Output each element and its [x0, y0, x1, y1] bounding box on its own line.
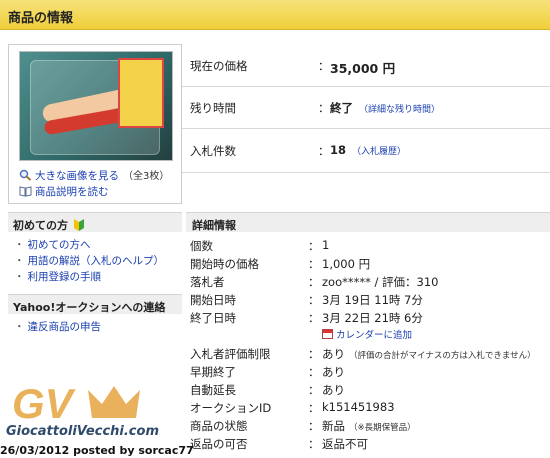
- watermark-logo: GV: [12, 380, 140, 427]
- bid-history-link[interactable]: （入札履歴）: [352, 147, 406, 157]
- svg-text:GV: GV: [12, 380, 76, 427]
- side-link-report[interactable]: ・違反商品の申告: [14, 319, 101, 334]
- beginner-heading-label: 初めての方: [13, 219, 68, 232]
- book-icon: [19, 186, 32, 197]
- details-heading-label: 詳細情報: [192, 219, 236, 232]
- detail-note: （※長期保管品）: [349, 423, 416, 433]
- summary-label: 現在の価格: [190, 59, 248, 73]
- image-count: （全3枚）: [123, 171, 170, 182]
- detail-label: オークションID: [190, 401, 272, 415]
- detail-value[interactable]: zoo***** / 評価：310: [322, 274, 439, 290]
- read-description-label: 商品説明を読む: [35, 186, 109, 198]
- detail-label: 落札者: [190, 275, 225, 289]
- section-header: 商品の情報: [0, 0, 550, 30]
- detail-note: （評価の合計がマイナスの方は入札できません）: [349, 351, 536, 361]
- calendar-icon: [322, 329, 333, 339]
- detail-value: 1,000 円: [322, 257, 371, 271]
- side-link-beginner[interactable]: ・初めての方へ: [14, 237, 91, 252]
- posted-caption: 26/03/2012 posted by sorcac77: [0, 444, 194, 457]
- magnifier-icon: [19, 169, 32, 181]
- detail-value: 返品不可: [322, 437, 368, 451]
- detail-label: 早期終了: [190, 365, 236, 379]
- section-title: 商品の情報: [8, 11, 74, 26]
- detail-value: 3月 22日 21時 6分: [322, 311, 423, 325]
- calendar-link-label: カレンダーに追加: [336, 330, 413, 341]
- detail-value: 新品: [322, 419, 345, 433]
- enlarge-image-label: 大きな画像を見る: [35, 170, 119, 182]
- divider: [182, 128, 550, 129]
- detail-value: k151451983: [322, 400, 395, 414]
- side-link-label: 違反商品の申告: [27, 321, 102, 333]
- detail-label: 開始時の価格: [190, 257, 259, 271]
- image-panel: 大きな画像を見る （全3枚） 商品説明を読む: [8, 44, 182, 204]
- beginner-heading: 初めての方: [8, 212, 182, 232]
- detail-label: 終了日時: [190, 311, 236, 325]
- detail-value: あり: [322, 365, 345, 379]
- contact-heading: Yahoo!オークションへの連絡: [8, 294, 182, 314]
- side-link-label: 初めての方へ: [27, 239, 91, 251]
- detail-value: 1: [322, 238, 330, 252]
- detail-label: 商品の状態: [190, 419, 248, 433]
- read-description-link[interactable]: 商品説明を読む: [19, 184, 109, 199]
- summary-label: 入札件数: [190, 144, 236, 158]
- detail-label: 開始日時: [190, 293, 236, 307]
- side-link-label: 利用登録の手順: [27, 271, 102, 283]
- divider: [182, 172, 550, 173]
- add-to-calendar-link[interactable]: カレンダーに追加: [322, 327, 412, 341]
- divider: [182, 86, 550, 87]
- contact-heading-label: Yahoo!オークションへの連絡: [13, 301, 166, 314]
- current-price-value: 35,000 円: [330, 61, 396, 76]
- side-link-glossary[interactable]: ・用語の解説（入札のヘルプ）: [14, 253, 164, 268]
- product-image[interactable]: [19, 51, 173, 161]
- beginner-mark-icon: [73, 219, 84, 231]
- detail-label: 返品の可否: [190, 437, 248, 451]
- time-left-value: 終了: [330, 101, 353, 115]
- side-link-label: 用語の解説（入札のヘルプ）: [27, 255, 165, 267]
- time-left-detail-link[interactable]: （詳細な残り時間）: [359, 105, 440, 115]
- detail-label: 入札者評価制限: [190, 347, 271, 361]
- detail-value: あり: [322, 383, 345, 397]
- enlarge-image-link[interactable]: 大きな画像を見る （全3枚）: [19, 167, 169, 183]
- detail-label: 個数: [190, 239, 213, 253]
- detail-value: あり: [322, 347, 345, 361]
- side-link-registration[interactable]: ・利用登録の手順: [14, 269, 101, 284]
- details-heading: 詳細情報: [186, 212, 550, 232]
- bid-count-value: 18: [330, 143, 347, 157]
- summary-label: 残り時間: [190, 101, 236, 115]
- detail-label: 自動延長: [190, 383, 236, 397]
- watermark-site: GiocattoliVecchi.com: [6, 424, 159, 439]
- detail-value: 3月 19日 11時 7分: [322, 293, 423, 307]
